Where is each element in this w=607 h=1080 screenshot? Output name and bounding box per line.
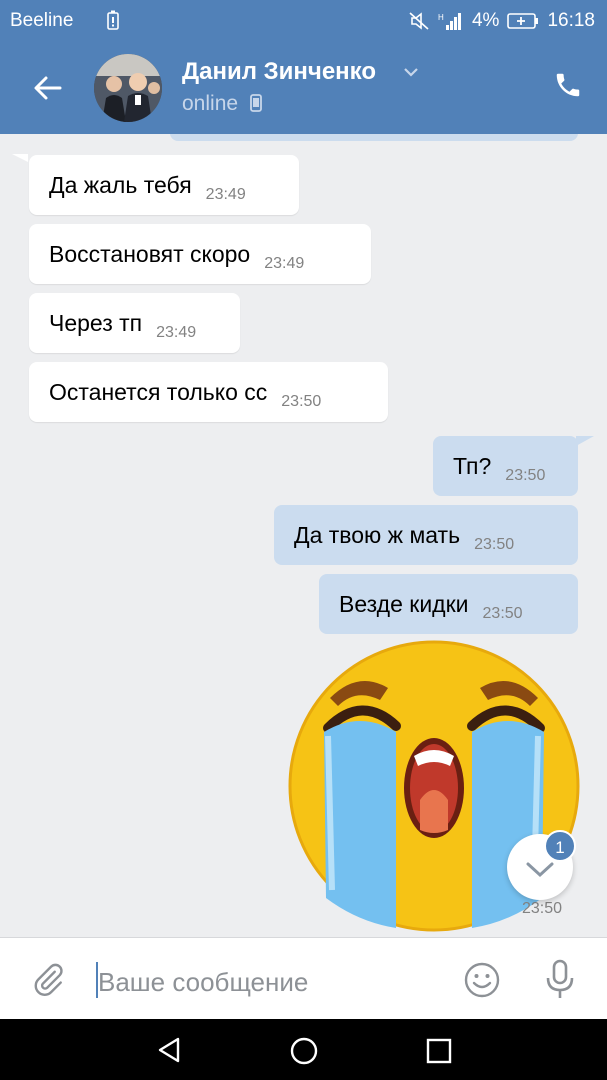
- nav-home-icon[interactable]: [289, 1036, 319, 1066]
- unread-badge: 1: [544, 830, 576, 862]
- message-time: 23:49: [205, 186, 246, 203]
- message-time: 23:50: [505, 467, 546, 484]
- message-incoming[interactable]: Останется только сс 23:50: [29, 362, 388, 422]
- message-time: 23:50: [474, 536, 515, 553]
- status-right: H 4% 16:18: [408, 10, 595, 32]
- message-input[interactable]: Ваше сообщение: [98, 967, 308, 998]
- message-time: 23:49: [156, 324, 197, 341]
- clock: 16:18: [547, 10, 595, 31]
- message-incoming[interactable]: Да жаль тебя 23:49: [29, 155, 299, 215]
- battery-icon: [507, 13, 539, 29]
- message-composer: Ваше сообщение: [0, 937, 607, 1020]
- mute-icon: [409, 12, 429, 30]
- svg-text:H: H: [438, 13, 444, 22]
- sticker-time: 23:50: [522, 900, 563, 917]
- notification-icon: [107, 10, 119, 30]
- contact-name[interactable]: Данил Зинченко: [182, 58, 376, 86]
- smile-icon[interactable]: [463, 961, 501, 999]
- bubble-tail: [576, 436, 594, 446]
- bubble-tail: [12, 154, 28, 162]
- message-outgoing[interactable]: Тп? 23:50: [433, 436, 578, 496]
- online-status-text: online: [182, 92, 239, 115]
- message-text: Везде кидки: [339, 590, 469, 617]
- message-text: Через тп: [49, 309, 143, 336]
- message-text: Да твою ж мать: [294, 521, 461, 548]
- message-time: 23:49: [264, 255, 305, 272]
- message-outgoing[interactable]: Да твою ж мать 23:50: [274, 505, 578, 565]
- message-text: Да жаль тебя: [49, 171, 192, 198]
- message-text: Останется только сс: [49, 378, 268, 405]
- message-incoming[interactable]: Восстановят скоро 23:49: [29, 224, 371, 284]
- system-nav-bar: [0, 1019, 607, 1080]
- message-list[interactable]: Да жаль тебя 23:49 Восстановят скоро 23:…: [0, 134, 607, 937]
- paperclip-icon[interactable]: [30, 960, 66, 1000]
- nav-back-icon[interactable]: [156, 1036, 182, 1064]
- chat-header: Данил Зинченко online: [0, 40, 607, 134]
- previous-message-bubble: [170, 134, 578, 141]
- signal-icon: H: [438, 13, 461, 30]
- battery-percent: 4%: [471, 10, 500, 31]
- message-incoming[interactable]: Через тп 23:49: [29, 293, 240, 353]
- carrier-label: Beeline: [10, 10, 74, 31]
- message-outgoing[interactable]: Везде кидки 23:50: [319, 574, 578, 634]
- avatar[interactable]: [94, 54, 162, 122]
- status-bar: Beeline H 4% 16:18: [0, 0, 607, 40]
- avatar-photo: [94, 54, 162, 122]
- nav-recents-icon[interactable]: [426, 1038, 452, 1064]
- online-status: online: [182, 92, 262, 116]
- message-text: Тп?: [453, 452, 492, 479]
- microphone-icon[interactable]: [543, 958, 577, 1002]
- message-time: 23:50: [482, 605, 523, 622]
- chevron-down-icon[interactable]: [403, 66, 419, 78]
- phone-icon[interactable]: [553, 70, 583, 100]
- message-time: 23:50: [281, 393, 322, 410]
- mobile-device-icon: [250, 94, 262, 112]
- back-arrow-icon[interactable]: [32, 72, 64, 104]
- message-text: Восстановят скоро: [49, 240, 251, 267]
